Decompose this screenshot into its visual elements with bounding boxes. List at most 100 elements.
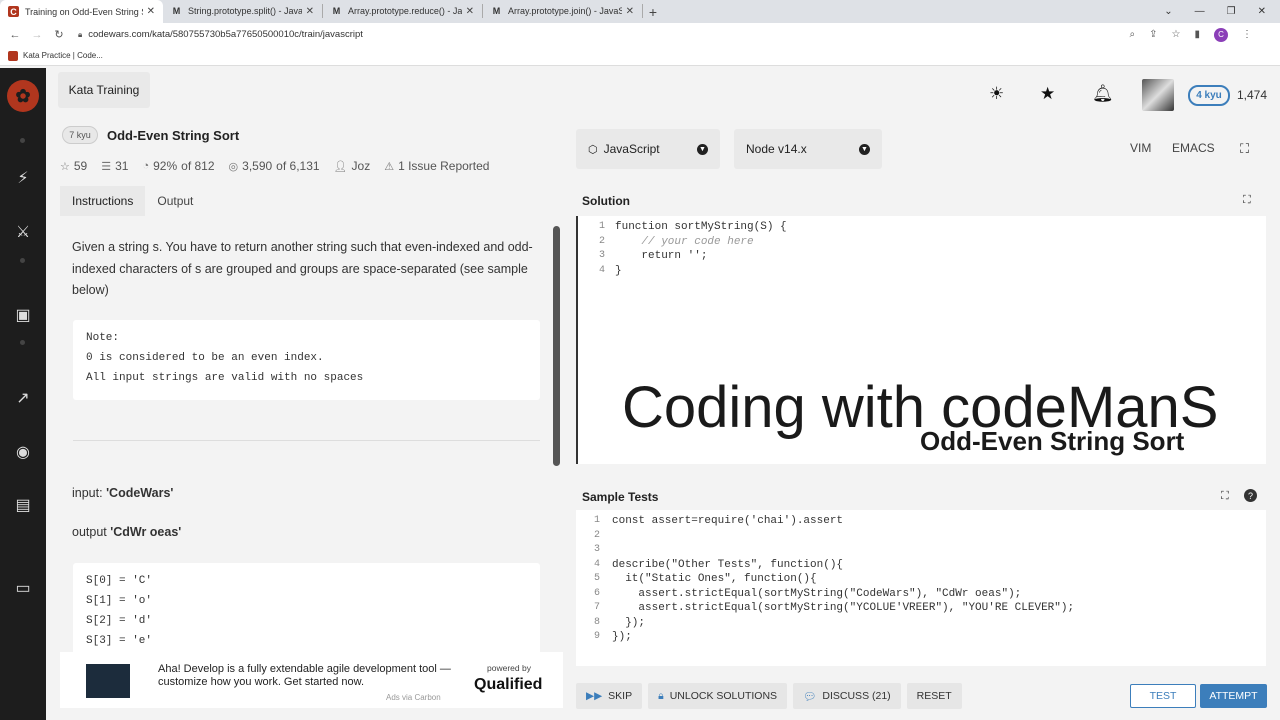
reload-icon[interactable]: ↻ bbox=[48, 28, 70, 41]
back-icon[interactable]: ← bbox=[4, 29, 26, 41]
chevron-down-icon: ▼ bbox=[697, 143, 708, 155]
code-line: function sortMyString(S) { bbox=[615, 221, 787, 233]
browser-tab[interactable]: M String.prototype.split() - JavaScrip ✕ bbox=[163, 4, 323, 18]
rank-badge: 4 kyu bbox=[1188, 85, 1230, 106]
kata-title: Odd-Even String Sort bbox=[107, 128, 240, 143]
code-line: return ''; bbox=[615, 250, 708, 262]
close-icon[interactable]: ✕ bbox=[147, 6, 155, 17]
share-icon[interactable]: ⇪ bbox=[1149, 29, 1157, 40]
url-field[interactable]: 🔒︎ codewars.com/kata/580755730b5a7765050… bbox=[78, 29, 363, 40]
issues-link[interactable]: 1 Issue Reported bbox=[398, 159, 489, 173]
vim-toggle[interactable]: VIM bbox=[1130, 141, 1151, 155]
browser-tab-bar: C Training on Odd-Even String Sor ✕ M St… bbox=[0, 0, 1280, 23]
line-numbers: 1234 bbox=[598, 221, 605, 276]
sample-line: S[2] = 'd' bbox=[86, 615, 153, 627]
browser-tab[interactable]: M Array.prototype.reduce() - JavaSc ✕ bbox=[323, 4, 483, 18]
leaderboard-icon[interactable]: ↗ bbox=[11, 386, 35, 410]
test-button[interactable]: TEST bbox=[1130, 684, 1196, 708]
tests-code[interactable]: const assert=require('chai').assert desc… bbox=[612, 514, 1074, 645]
bookmark-icon[interactable]: ★ bbox=[1040, 84, 1055, 104]
version-select[interactable]: Node v14.x ▼ bbox=[734, 129, 882, 169]
sun-icon[interactable]: ☀ bbox=[989, 84, 1004, 104]
note-line: Note: bbox=[86, 332, 120, 344]
profile-avatar[interactable]: C bbox=[1214, 27, 1228, 42]
chevron-down-icon[interactable]: ⌄ bbox=[1164, 6, 1172, 17]
note-line: All input strings are valid with no spac… bbox=[86, 372, 364, 384]
discuss-label: DISCUSS (21) bbox=[822, 690, 891, 702]
new-tab-button[interactable]: + bbox=[643, 4, 663, 20]
expand-icon[interactable]: ⛶ bbox=[1221, 490, 1229, 503]
line-numbers: 123456789 bbox=[593, 515, 600, 642]
close-icon[interactable]: ✕ bbox=[306, 6, 314, 17]
completed-icon: ◎ bbox=[228, 160, 239, 173]
ad-text[interactable]: Aha! Develop is a fully extendable agile… bbox=[158, 663, 458, 689]
language-select[interactable]: ⬡ JavaScript ▼ bbox=[576, 129, 720, 169]
docs-icon[interactable]: ▭ bbox=[11, 576, 35, 600]
code-line: assert.strictEqual(sortMyString("CodeWar… bbox=[612, 587, 1022, 600]
sample-line: S[3] = 'e' bbox=[86, 635, 153, 647]
bookmark-item[interactable]: Kata Practice | Code... bbox=[23, 51, 103, 60]
qualified-logo[interactable]: Qualified bbox=[474, 676, 542, 694]
attempt-button[interactable]: ATTEMPT bbox=[1200, 684, 1267, 708]
close-icon[interactable]: ✕ bbox=[626, 6, 634, 17]
collections-count: 31 bbox=[115, 159, 129, 173]
sample-line: S[1] = 'o' bbox=[86, 595, 153, 607]
star-icon[interactable]: ☆ bbox=[1172, 29, 1181, 40]
tab-title: Array.prototype.reduce() - JavaSc bbox=[348, 6, 462, 16]
close-window-icon[interactable]: ✕ bbox=[1258, 6, 1266, 17]
output-example: output 'CdWr oeas' bbox=[72, 522, 534, 544]
instruction-tabs: Instructions Output bbox=[60, 186, 205, 216]
ad-carbon-link[interactable]: Ads via Carbon bbox=[386, 693, 441, 702]
discord-icon[interactable]: ◉ bbox=[11, 440, 35, 464]
codewars-logo-icon[interactable]: ✿ bbox=[7, 80, 39, 112]
unlock-solutions-button[interactable]: 🔒︎ UNLOCK SOLUTIONS bbox=[648, 683, 788, 709]
author-link[interactable]: Joz bbox=[352, 159, 371, 173]
kyu-badge: 7 kyu bbox=[62, 126, 98, 144]
discuss-button[interactable]: 💬︎ DISCUSS (21) bbox=[793, 683, 901, 709]
tab-instructions[interactable]: Instructions bbox=[60, 186, 146, 216]
codewars-icon bbox=[8, 50, 18, 61]
reset-button[interactable]: RESET bbox=[906, 683, 962, 709]
codewars-icon: C bbox=[8, 6, 19, 17]
tests-editor[interactable]: 123456789 const assert=require('chai').a… bbox=[576, 510, 1266, 666]
briefcase-icon[interactable]: ▣ bbox=[11, 303, 35, 327]
powered-by: powered by bbox=[487, 663, 531, 673]
tab-output[interactable]: Output bbox=[145, 186, 205, 216]
description-text: Given a string s. You have to return ano… bbox=[72, 240, 533, 297]
tests-heading: Sample Tests bbox=[582, 490, 659, 504]
skip-button[interactable]: ▶▶ SKIP bbox=[576, 683, 643, 709]
sidebar-dot bbox=[20, 340, 25, 345]
help-icon[interactable]: ? bbox=[1244, 489, 1257, 502]
instructions-panel: Given a string s. You have to return ano… bbox=[60, 222, 563, 652]
solution-code[interactable]: function sortMyString(S) { // your code … bbox=[615, 220, 787, 278]
emacs-toggle[interactable]: EMACS bbox=[1172, 141, 1215, 155]
training-icon[interactable]: ⚡︎ bbox=[11, 166, 35, 190]
mdn-icon: M bbox=[332, 6, 341, 16]
expand-icon[interactable]: ⛶ bbox=[1243, 194, 1251, 207]
practice-icon[interactable]: ⚔︎ bbox=[11, 220, 35, 244]
output-label: output bbox=[72, 525, 107, 539]
close-icon[interactable]: ✕ bbox=[466, 6, 474, 17]
search-icon[interactable]: ⌕ bbox=[1130, 29, 1136, 40]
solution-editor[interactable]: 1234 function sortMyString(S) { // your … bbox=[576, 216, 1266, 464]
scrollbar[interactable] bbox=[553, 226, 560, 466]
browser-tab[interactable]: M Array.prototype.join() - JavaScrip ✕ bbox=[483, 4, 643, 18]
ad-banner[interactable]: Aha! Develop is a fully extendable agile… bbox=[60, 652, 563, 708]
address-bar: ← → ↻ 🔒︎ codewars.com/kata/580755730b5a7… bbox=[0, 23, 1280, 46]
ad-image[interactable] bbox=[86, 664, 130, 698]
restore-icon[interactable]: ❐ bbox=[1227, 6, 1236, 17]
kata-stats: ☆ 59 ☰ 31 ◔ 92% of 812 ◎ 3,590 of 6,131 👤︎ Joz … bbox=[60, 159, 489, 173]
forward-icon[interactable]: → bbox=[26, 29, 48, 41]
fullscreen-icon[interactable]: ⛶ bbox=[1240, 141, 1249, 157]
code-line: }); bbox=[612, 631, 632, 643]
avatar[interactable] bbox=[1142, 79, 1174, 111]
menu-icon[interactable]: ⋮ bbox=[1242, 29, 1252, 40]
bell-icon[interactable]: 🔔︎ bbox=[1092, 84, 1114, 104]
stars-count: 59 bbox=[73, 159, 88, 173]
chat-icon[interactable]: ▤ bbox=[11, 493, 35, 517]
sidepanel-icon[interactable]: ▮ bbox=[1194, 29, 1200, 40]
minimize-icon[interactable]: — bbox=[1195, 6, 1205, 17]
browser-tab-active[interactable]: C Training on Odd-Even String Sor ✕ bbox=[0, 0, 163, 23]
skip-icon: ▶▶ bbox=[586, 690, 603, 702]
